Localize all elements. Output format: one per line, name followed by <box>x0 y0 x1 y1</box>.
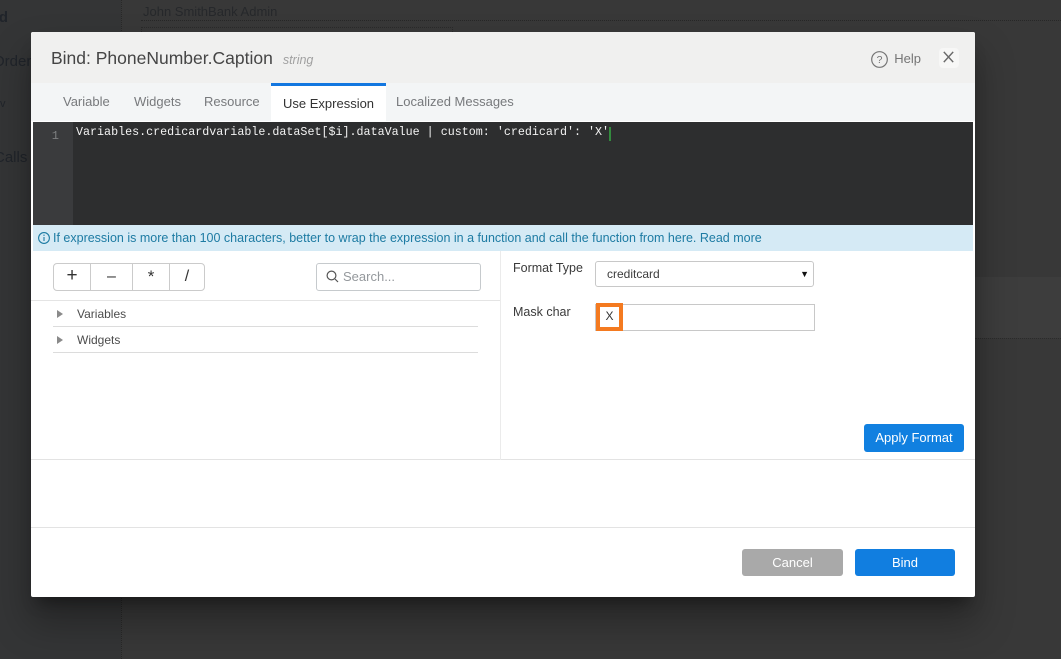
svg-text:?: ? <box>877 54 883 66</box>
